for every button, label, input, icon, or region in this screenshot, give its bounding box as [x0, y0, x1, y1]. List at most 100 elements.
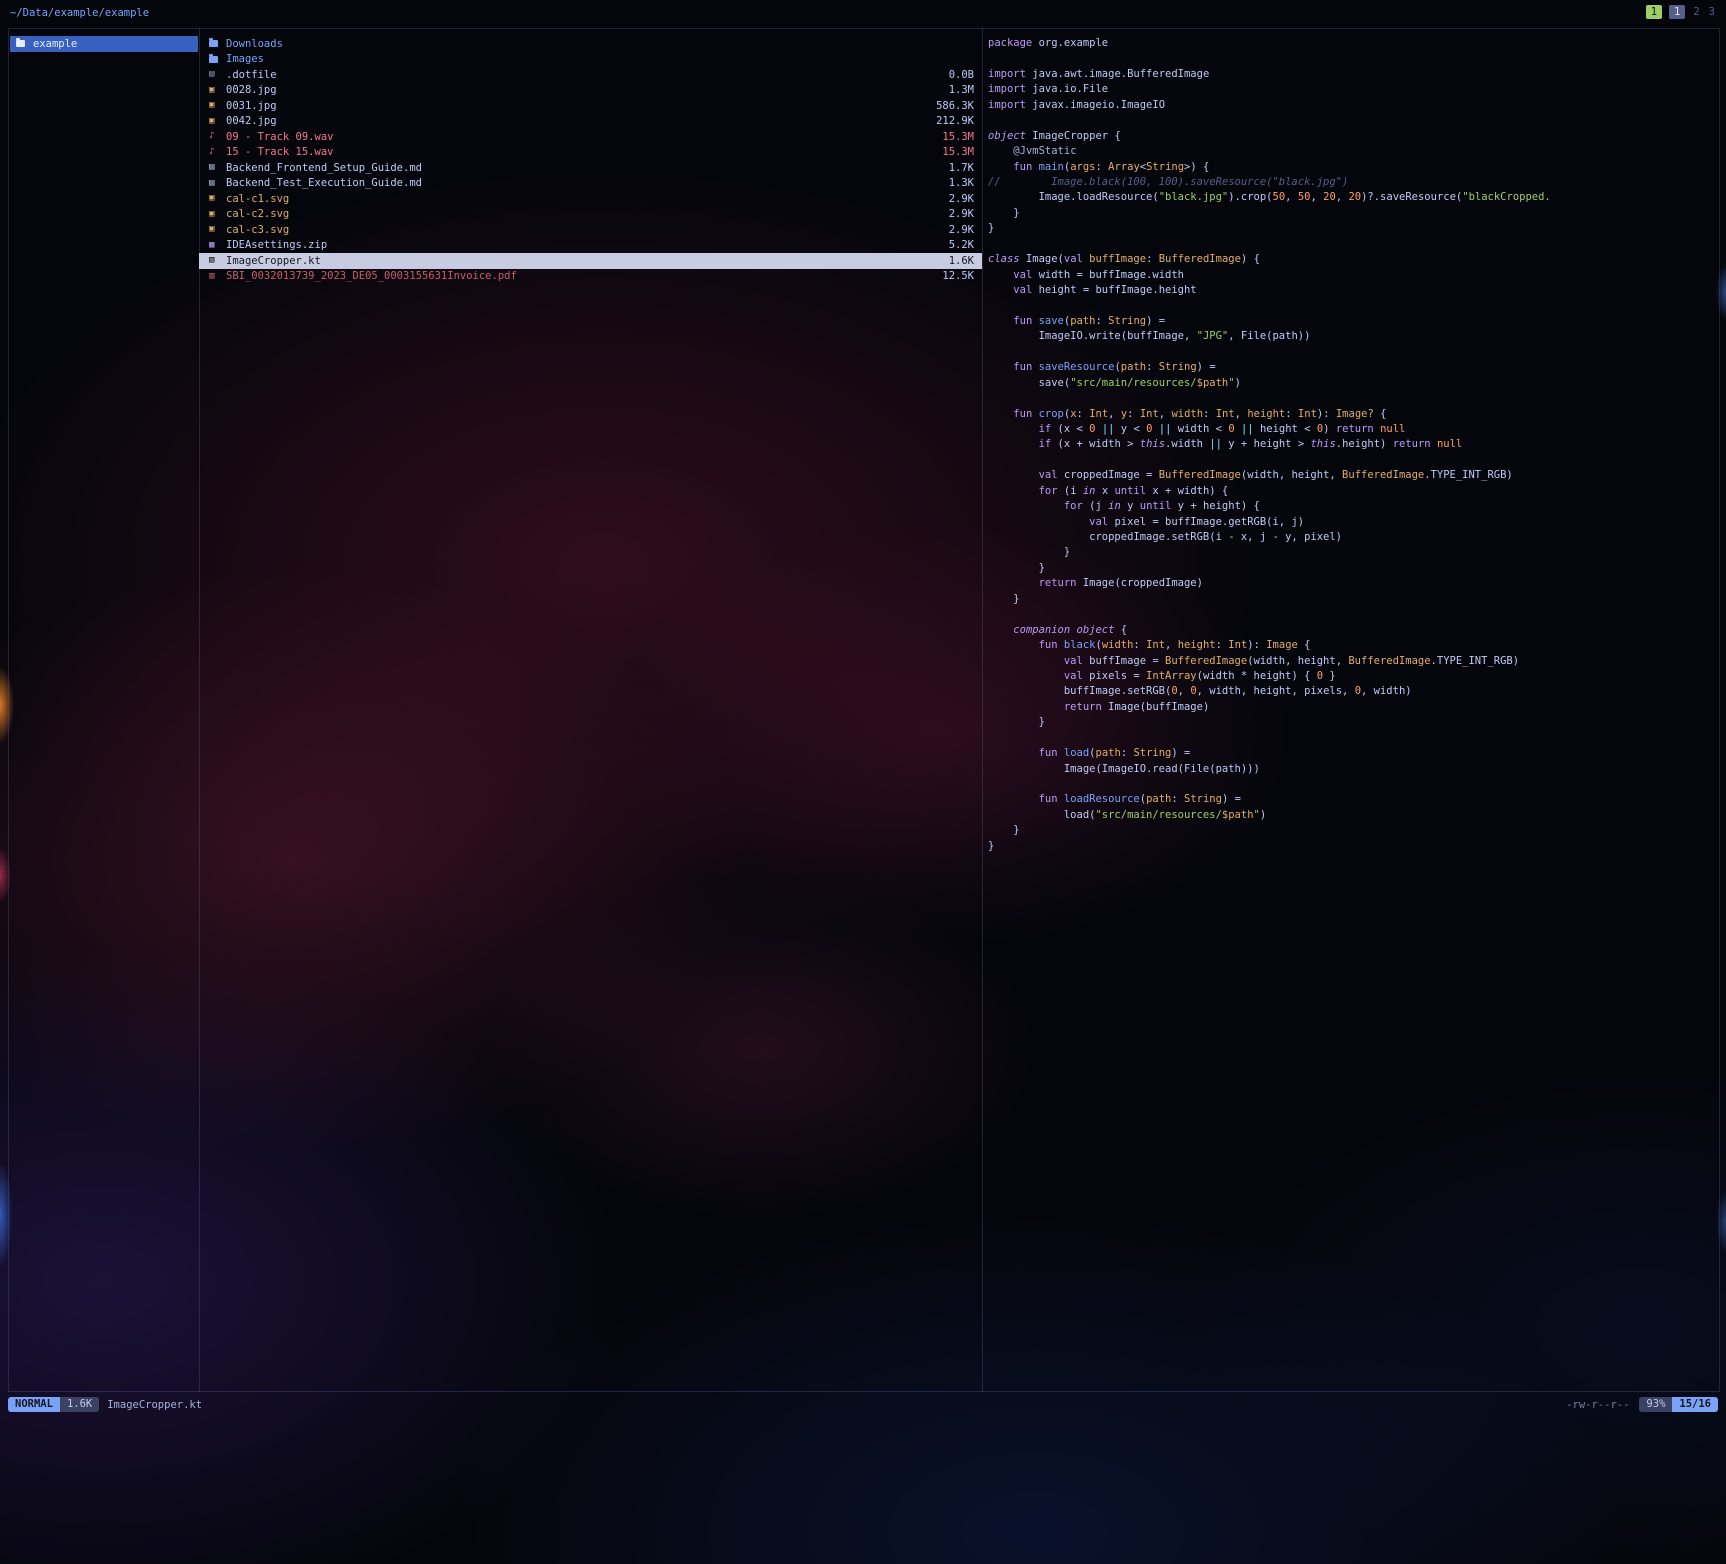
file-size: 2.9K	[939, 224, 974, 236]
file-row[interactable]: ▣ 0031.jpg 586.3K	[199, 98, 982, 114]
doc-icon: ▤	[209, 160, 222, 176]
code-line: fun black(width: Int, height: Int): Imag…	[988, 638, 1715, 653]
status-filename: ImageCropper.kt	[107, 1399, 202, 1411]
zip-icon: ▦	[209, 238, 222, 254]
breadcrumb-path: ~/Data/example/example	[10, 7, 149, 19]
tab-1[interactable]: 1	[1646, 5, 1662, 19]
code-line: }	[988, 823, 1715, 838]
file-name: cal-c2.svg	[226, 208, 289, 220]
file-row[interactable]: ▣0042.jpg212.9K	[199, 114, 982, 130]
audio-icon: ♪	[209, 129, 222, 145]
code-line	[988, 298, 1715, 313]
file-name: 09 - Track 09.wav	[226, 131, 333, 143]
file-row[interactable]: ▧ImageCropper.kt1.6K	[199, 253, 982, 269]
tab-2[interactable]: 1	[1669, 5, 1685, 19]
file-size: 15.3M	[932, 146, 974, 158]
code-line: package org.example	[988, 36, 1715, 51]
file-size: 0.0B	[939, 69, 974, 81]
code-line: buffImage.setRGB(0, 0, width, height, pi…	[988, 684, 1715, 699]
parent-pane: example	[8, 28, 200, 1392]
code-line: val croppedImage = BufferedImage(width, …	[988, 468, 1715, 483]
file-name: 0042.jpg	[226, 115, 277, 127]
parent-dir-item[interactable]: example	[10, 36, 198, 52]
file-name: cal-c1.svg	[226, 193, 289, 205]
code-line: companion object {	[988, 623, 1715, 638]
code-line: import javax.imageio.ImageIO	[988, 98, 1715, 113]
code-line	[988, 237, 1715, 252]
code-line: import java.io.File	[988, 82, 1715, 97]
code-line: fun save(path: String) =	[988, 314, 1715, 329]
svg-icon: ▣	[209, 222, 222, 238]
file-name: .dotfile	[226, 69, 277, 81]
file-pane-list: DownloadsImages ▤ .dotfile 0.0B ▣0028.jpg1.3…	[199, 29, 982, 284]
code-line: }	[988, 839, 1715, 854]
file-row[interactable]: ▣cal-c1.svg2.9K	[199, 191, 982, 207]
code-line: object ImageCropper {	[988, 129, 1715, 144]
file-size: 1.7K	[939, 162, 974, 174]
file-row[interactable]: ▣cal-c3.svg2.9K	[199, 222, 982, 238]
file-size: 12.5K	[932, 270, 974, 282]
file-icon: ▤	[209, 67, 222, 83]
code-line	[988, 777, 1715, 792]
file-row[interactable]: ▣ cal-c2.svg 2.9K	[199, 207, 982, 223]
code-line: val buffImage = BufferedImage(width, hei…	[988, 654, 1715, 669]
file-name: Backend_Test_Execution_Guide.md	[226, 177, 422, 189]
file-row[interactable]: ▤ .dotfile 0.0B	[199, 67, 982, 83]
pdf-icon: ▥	[209, 269, 222, 285]
code-line	[988, 113, 1715, 128]
file-row[interactable]: ♪ 09 - Track 09.wav 15.3M	[199, 129, 982, 145]
code-line: return Image(buffImage)	[988, 700, 1715, 715]
file-size: 15.3M	[932, 131, 974, 143]
file-size: 5.2K	[939, 239, 974, 251]
svg-icon: ▣	[209, 207, 222, 223]
code-line: fun saveResource(path: String) =	[988, 360, 1715, 375]
code-line	[988, 731, 1715, 746]
folder-icon	[209, 56, 218, 63]
code-line: fun main(args: Array<String>) {	[988, 160, 1715, 175]
code-line: for (i in x until x + width) {	[988, 484, 1715, 499]
parent-pane-list: example	[9, 29, 199, 52]
file-row[interactable]: ▦IDEAsettings.zip5.2K	[199, 238, 982, 254]
tab-4[interactable]: 3	[1708, 5, 1716, 19]
folder-icon	[209, 40, 218, 47]
code-line: @JvmStatic	[988, 144, 1715, 159]
file-pane: DownloadsImages ▤ .dotfile 0.0B ▣0028.jpg1.3…	[199, 28, 983, 1392]
file-row[interactable]: Images	[199, 52, 982, 68]
code-line: Image(ImageIO.read(File(path)))	[988, 762, 1715, 777]
file-size: 1.3K	[939, 177, 974, 189]
tab-bar: 1123	[1646, 5, 1716, 19]
file-size: 586.3K	[926, 100, 974, 112]
code-line: if (x < 0 || y < 0 || width < 0 || heigh…	[988, 422, 1715, 437]
image-icon: ▣	[209, 98, 222, 114]
file-size: 2.9K	[939, 208, 974, 220]
image-icon: ▣	[209, 83, 222, 99]
code-line	[988, 391, 1715, 406]
code-line: for (j in y until y + height) {	[988, 499, 1715, 514]
file-row[interactable]: Downloads	[199, 36, 982, 52]
code-line: import java.awt.image.BufferedImage	[988, 67, 1715, 82]
svg-icon: ▣	[209, 191, 222, 207]
file-name: 0031.jpg	[226, 100, 277, 112]
file-row[interactable]: ▤Backend_Test_Execution_Guide.md1.3K	[199, 176, 982, 192]
file-size-badge: 1.6K	[60, 1397, 99, 1412]
top-bar: ~/Data/example/example 1123	[0, 0, 1726, 26]
file-row[interactable]: ♪15 - Track 15.wav15.3M	[199, 145, 982, 161]
file-row[interactable]: ▥ SBI_0032013739_2023_DE05_0003155631Invo…	[199, 269, 982, 285]
image-icon: ▣	[209, 114, 222, 130]
code-line: val height = buffImage.height	[988, 283, 1715, 298]
audio-icon: ♪	[209, 145, 222, 161]
code-line: fun loadResource(path: String) =	[988, 792, 1715, 807]
file-row[interactable]: ▤Backend_Frontend_Setup_Guide.md1.7K	[199, 160, 982, 176]
code-line: load("src/main/resources/$path")	[988, 808, 1715, 823]
code-line: Image.loadResource("black.jpg").crop(50,…	[988, 190, 1715, 205]
file-name: Images	[226, 53, 264, 65]
code-line: fun crop(x: Int, y: Int, width: Int, hei…	[988, 407, 1715, 422]
file-size: 1.6K	[939, 255, 974, 267]
parent-dir-name: example	[33, 38, 77, 50]
code-line: fun load(path: String) =	[988, 746, 1715, 761]
code-line: save("src/main/resources/$path")	[988, 376, 1715, 391]
file-row[interactable]: ▣0028.jpg1.3M	[199, 83, 982, 99]
tab-3[interactable]: 2	[1692, 5, 1700, 19]
file-name: SBI_0032013739_2023_DE05_0003155631Invoi…	[226, 270, 517, 282]
file-size: 1.3M	[939, 84, 974, 96]
